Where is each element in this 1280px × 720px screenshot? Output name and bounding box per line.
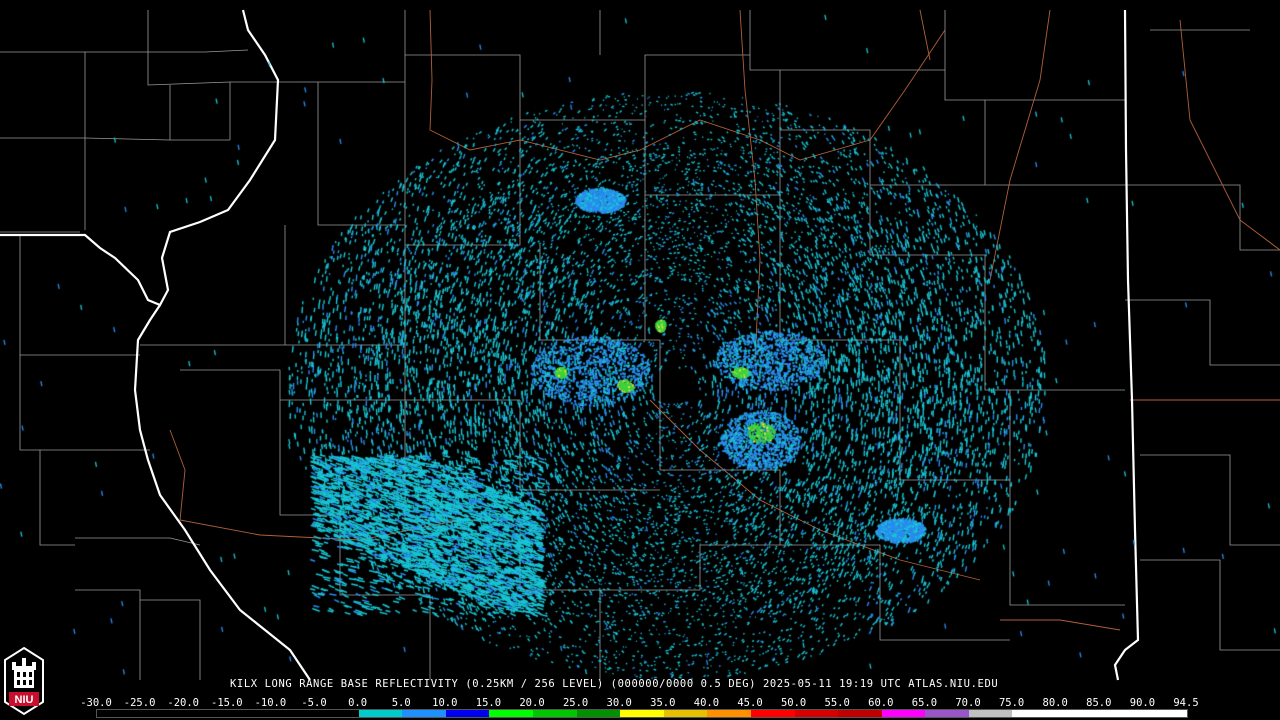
colorscale-label: 80.0 [1042,697,1068,709]
colorscale-segment [314,710,359,717]
colorscale-label: 10.0 [432,697,458,709]
colorscale-segment [925,710,969,717]
colorscale-segment [140,710,185,717]
colorscale-segment [271,710,315,717]
colorscale-label: 85.0 [1086,697,1112,709]
colorscale-label: 25.0 [562,697,589,709]
colorscale-segment [1099,710,1144,717]
colorscale-segment [358,710,403,717]
colorscale-label: 60.0 [868,697,894,709]
colorscale-label: 70.0 [955,697,981,709]
colorscale-label: 40.0 [693,697,720,709]
colorscale-segment [1056,710,1100,717]
colorscale-segment [620,710,664,717]
colorscale-segment [838,710,882,717]
logo-text: NIU [15,694,34,706]
colorscale-segment [532,710,577,717]
colorscale-label: -5.0 [301,697,327,709]
colorscale-label: 90.0 [1129,697,1156,709]
reflectivity-echoes [0,0,1280,680]
colorscale-segment [663,710,708,717]
colorscale-segment [881,710,926,717]
colorscale-label: -10.0 [254,697,287,709]
colorscale-segment [184,710,228,717]
colorscale-label: 35.0 [650,697,676,709]
colorscale-segment [968,710,1013,717]
colorscale-label: 50.0 [780,697,807,709]
colorscale-segment [576,710,621,717]
product-title: KILX LONG RANGE BASE REFLECTIVITY (0.25K… [230,678,999,690]
colorscale-segment [750,710,795,717]
colorscale-segment [97,710,141,717]
niu-logo: NIU [3,646,45,716]
colorscale-segment [794,710,839,717]
colorscale-label: -15.0 [210,697,243,709]
colorscale-label: 5.0 [391,697,411,709]
colorscale-label: 94.5 [1173,697,1199,709]
colorscale-segment [402,710,446,717]
colorscale-label: 45.0 [737,697,763,709]
colorscale-label: 20.0 [519,697,545,709]
radar-display: NIU KILX LONG RANGE BASE REFLECTIVITY (0… [0,0,1280,720]
colorscale-label: 55.0 [824,697,850,709]
colorscale-segment [1012,710,1057,717]
colorscale-label: 0.0 [348,697,368,709]
colorscale-label: -25.0 [123,697,156,709]
colorscale-label: 75.0 [998,697,1025,709]
colorscale-segment [445,710,490,717]
colorscale-segment [489,710,533,717]
colorscale-label: 65.0 [911,697,938,709]
colorscale-label: -20.0 [167,697,199,709]
colorscale-segment [1143,710,1187,717]
colorscale-label: 15.0 [475,697,502,709]
colorscale-bar [96,709,1188,718]
colorscale-labels: -30.0 -25.0 -20.0 -15.0 -10.0 -5.0 0.0 5.0 10.0 1… [80,697,1198,709]
colorscale-label: -30.0 [80,697,112,709]
colorscale-label: 30.0 [606,697,632,709]
colorscale-segment [227,710,272,717]
colorscale-segment [707,710,751,717]
